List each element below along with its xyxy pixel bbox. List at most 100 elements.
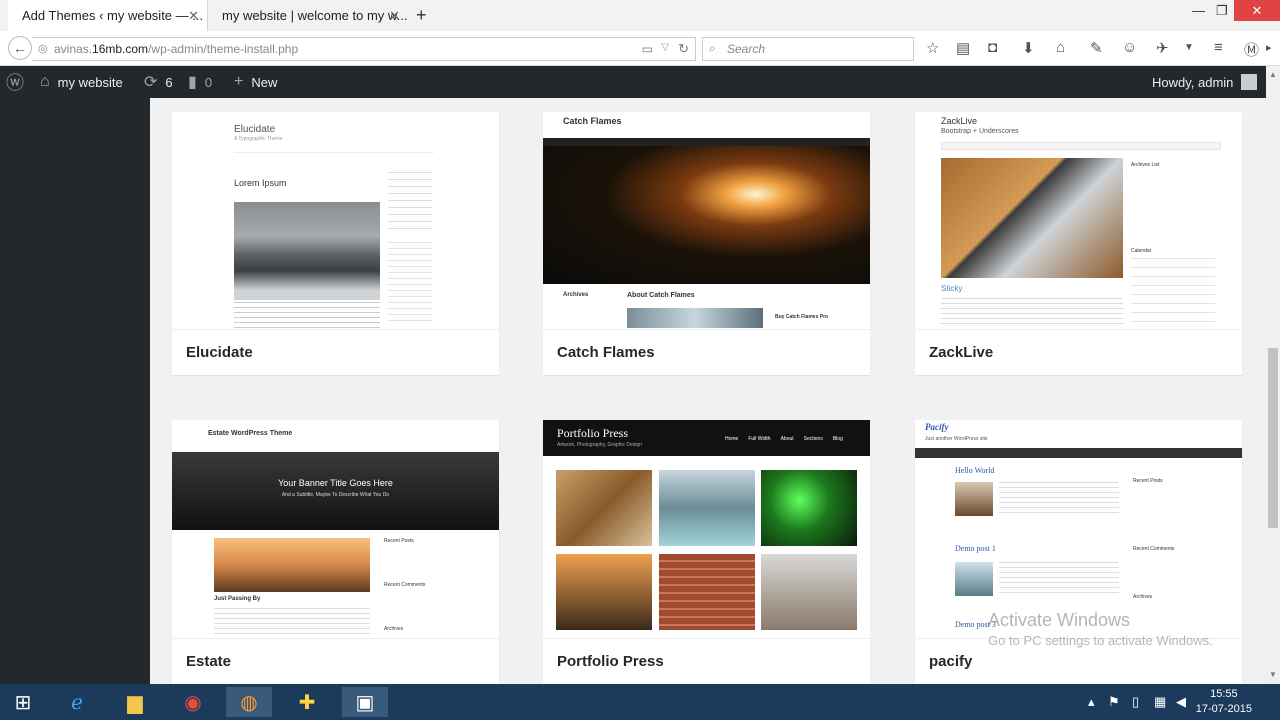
chat-icon[interactable]: ☺ [1122, 39, 1137, 56]
address-bar[interactable]: ◎ avinas.16mb.com/wp-admin/theme-install… [32, 37, 696, 61]
theme-screenshot[interactable]: Pacify Just another WordPress site Hello… [915, 420, 1242, 638]
wp-admin-bar: ⓦ ⌂ my website ⟳ 6 ▮ 0 + New Howdy, admi… [0, 66, 1280, 98]
file-explorer-icon[interactable]: ▆ [112, 687, 158, 717]
addon-dropdown-icon[interactable]: ▼ [1184, 42, 1194, 53]
globe-icon: ◎ [38, 43, 48, 55]
reload-icon[interactable]: ↻ [678, 41, 689, 57]
window-close-button[interactable]: ✕ [1234, 0, 1280, 21]
close-icon[interactable]: ✕ [389, 8, 400, 24]
reader-icon[interactable]: ▭ [642, 42, 653, 56]
battery-icon[interactable]: ▯ [1132, 694, 1139, 710]
screenshot-icon[interactable]: ✎ [1090, 39, 1103, 57]
windows-taskbar: ⊞ ℯ ▆ ◉ ◍ ✚ ▣ ▴ ⚑ ▯ ▦ ◀ 15:55 17-07-2015 [0, 684, 1280, 720]
site-name-link[interactable]: ⌂ my website [40, 66, 123, 98]
internet-explorer-icon[interactable]: ℯ [54, 687, 100, 717]
close-icon[interactable]: ✕ [188, 8, 199, 24]
preview-subtitle: Bootstrap + Underscores [941, 128, 1019, 135]
theme-card-catch-flames[interactable]: Catch Flames Archives About Catch Flames… [543, 112, 870, 375]
search-input[interactable]: ⌕ Search [702, 37, 914, 61]
app-icon[interactable]: ✚ [284, 687, 330, 717]
network-icon[interactable]: ▦ [1154, 694, 1166, 710]
preview-title: Pacify [925, 422, 949, 432]
theme-screenshot[interactable]: ZackLive Bootstrap + Underscores Sticky … [915, 112, 1242, 330]
url-text[interactable]: avinas.16mb.com/wp-admin/theme-install.p… [54, 42, 298, 56]
minimize-icon[interactable]: — [1192, 3, 1205, 18]
new-tab-button[interactable]: + [416, 5, 427, 26]
home-icon: ⌂ [40, 73, 50, 90]
post-image [955, 562, 993, 596]
preview-nav [941, 142, 1221, 150]
chrome-icon[interactable]: ◉ [170, 687, 216, 717]
watermark-line2: Go to PC settings to activate Windows. [988, 633, 1213, 648]
preview-subtitle: Artwork, Photography, Graphic Design [557, 442, 642, 448]
bookmarks-list-icon[interactable]: ▤ [956, 39, 970, 57]
pocket-icon[interactable]: ◘ [988, 39, 997, 56]
post-title: Hello World [955, 466, 995, 475]
windows-start-icon[interactable]: ⊞ [0, 687, 46, 717]
menu-icon[interactable]: ≡ [1214, 39, 1223, 56]
bookmark-star-icon[interactable]: ☆ [926, 39, 939, 57]
recent-comments-heading: Recent Comments [384, 582, 426, 588]
browser-window: Add Themes ‹ my website — ... ✕ my websi… [0, 0, 1280, 720]
theme-screenshot[interactable]: Estate WordPress Theme Your Banner Title… [172, 420, 499, 638]
show-hidden-icons[interactable]: ▴ [1088, 694, 1095, 710]
preview-subtitle: A Typographic Theme [234, 136, 283, 142]
post-title: Demo post 1 [955, 544, 996, 553]
clock[interactable]: 15:55 17-07-2015 [1196, 687, 1252, 717]
restore-icon[interactable]: ❐ [1216, 3, 1228, 19]
flag-icon[interactable]: ⚑ [1108, 694, 1120, 710]
activate-windows-watermark: Activate Windows Go to PC settings to ac… [988, 610, 1213, 648]
downloads-icon[interactable]: ⬇ [1022, 39, 1035, 57]
site-name-label: my website [57, 74, 123, 90]
preview-subtitle: Just another WordPress site [925, 436, 988, 442]
post-title: Lorem Ipsum [234, 178, 287, 188]
theme-screenshot[interactable]: Elucidate A Typographic Theme Lorem Ipsu… [172, 112, 499, 330]
post-image [214, 538, 370, 592]
comments-link[interactable]: ▮ 0 [188, 66, 212, 98]
addon-icon[interactable]: ✈ [1156, 39, 1169, 57]
theme-card-zacklive[interactable]: ZackLive Bootstrap + Underscores Sticky … [915, 112, 1242, 375]
post-image [955, 482, 993, 516]
theme-card-elucidate[interactable]: Elucidate A Typographic Theme Lorem Ipsu… [172, 112, 499, 375]
recent-posts-heading: Recent Posts [1133, 478, 1163, 484]
portfolio-thumb [556, 470, 652, 546]
preview-title: Elucidate [234, 124, 276, 135]
page-scrollbar[interactable]: ▲ ▼ [1266, 66, 1280, 684]
tab-my-website[interactable]: my website | welcome to my w... ✕ [208, 0, 408, 31]
my-account-link[interactable]: Howdy, admin [1152, 66, 1258, 98]
post-excerpt [999, 562, 1119, 596]
updates-link[interactable]: ⟳ 6 [144, 66, 173, 98]
volume-icon[interactable]: ◀ [1176, 694, 1186, 710]
more-tools-icon[interactable]: ▸ [1266, 41, 1272, 54]
theme-screenshot[interactable]: Catch Flames Archives About Catch Flames… [543, 112, 870, 330]
new-content-link[interactable]: + New [234, 66, 277, 98]
theme-card-portfolio-press[interactable]: Portfolio Press Artwork, Photography, Gr… [543, 420, 870, 684]
recent-posts-widget [388, 242, 432, 322]
calendar-widget [388, 172, 432, 232]
tab-add-themes[interactable]: Add Themes ‹ my website — ... ✕ [8, 0, 208, 31]
archives-heading: Archives [384, 626, 404, 632]
updates-count: 6 [165, 74, 173, 90]
extension-icon[interactable]: Ⓜ [1244, 39, 1259, 60]
firefox-icon[interactable]: ◍ [226, 687, 272, 717]
theme-screenshot[interactable]: Portfolio Press Artwork, Photography, Gr… [543, 420, 870, 638]
home-icon[interactable]: ⌂ [1056, 39, 1065, 56]
scroll-down-icon[interactable]: ▼ [1269, 670, 1277, 679]
clock-time: 15:55 [1210, 688, 1238, 700]
dropdown-arrow-icon[interactable]: ▽ [661, 42, 669, 53]
media-icon[interactable]: ▣ [342, 687, 388, 717]
preview-title: Portfolio Press [557, 426, 629, 440]
theme-name: Catch Flames [543, 329, 870, 375]
preview-title: Catch Flames [563, 116, 622, 126]
theme-name: Portfolio Press [543, 638, 870, 684]
new-label: New [251, 74, 278, 90]
scroll-up-icon[interactable]: ▲ [1269, 70, 1277, 79]
scrollbar-thumb[interactable] [1268, 348, 1278, 528]
portfolio-thumb [659, 470, 755, 546]
plus-icon: + [234, 73, 244, 90]
wordpress-logo-icon[interactable]: ⓦ [6, 66, 32, 98]
portfolio-thumb [659, 554, 755, 630]
theme-card-estate[interactable]: Estate WordPress Theme Your Banner Title… [172, 420, 499, 684]
back-button[interactable]: ← [8, 36, 32, 60]
preview-nav: Home Full Width About Sections Blog [725, 436, 843, 442]
